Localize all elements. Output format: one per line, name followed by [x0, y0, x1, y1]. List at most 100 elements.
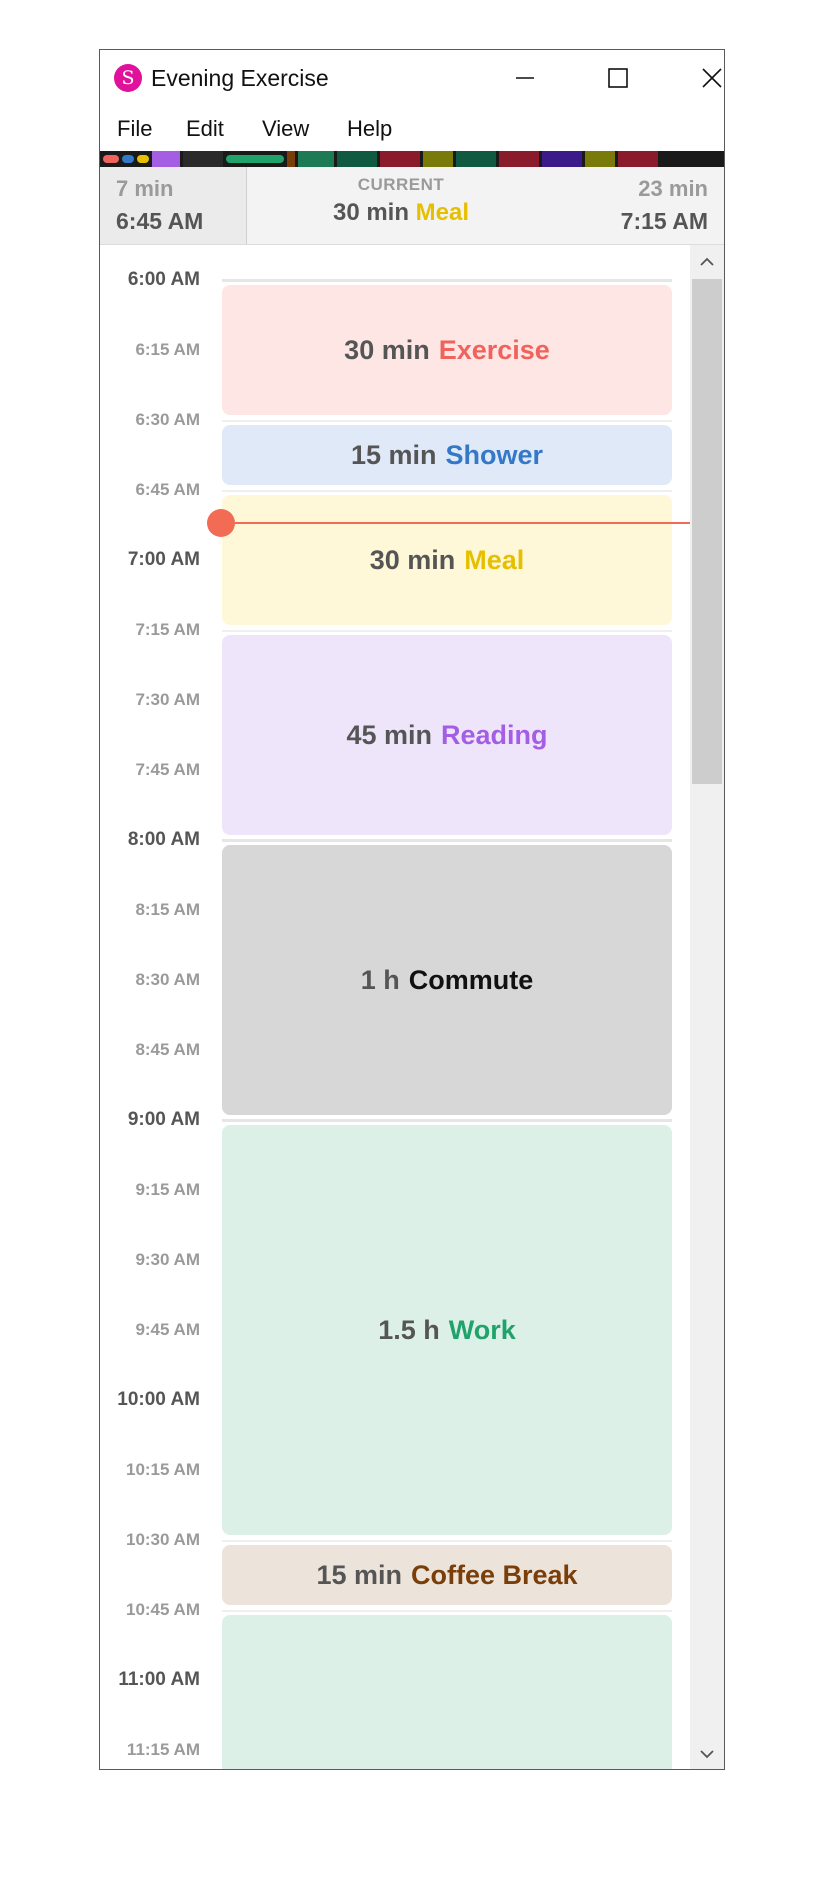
menu-help[interactable]: Help	[347, 116, 392, 142]
event-name: Shower	[445, 439, 544, 470]
timeline-gridline	[222, 1540, 672, 1542]
previous-duration: 7 min	[116, 176, 174, 201]
overview-segment	[423, 151, 453, 167]
event-name: Coffee Break	[410, 1559, 578, 1590]
minimize-icon	[516, 77, 534, 79]
time-label: 10:00 AM	[117, 1389, 200, 1410]
next-duration: 23 min	[638, 176, 708, 201]
event-block[interactable]: 15 min Shower	[222, 425, 672, 485]
title-bar: S Evening Exercise	[100, 50, 724, 106]
event-name: Commute	[408, 964, 534, 995]
event-block[interactable]: 15 min Coffee Break	[222, 1545, 672, 1605]
time-label: 8:30 AM	[135, 970, 200, 989]
current-time-line	[221, 521, 690, 524]
event-name: Reading	[441, 719, 548, 750]
overview-segment	[618, 151, 658, 167]
overview-segment	[103, 155, 119, 163]
event-duration: 15 min	[350, 439, 437, 470]
current-time-indicator[interactable]	[207, 508, 235, 537]
event-name: Work	[448, 1314, 516, 1345]
overview-segment	[337, 151, 377, 167]
time-label: 10:15 AM	[125, 1460, 200, 1479]
overview-segment	[380, 151, 420, 167]
time-label: 9:00 AM	[127, 1109, 200, 1130]
event-block[interactable]: 45 min Reading	[222, 635, 672, 835]
time-label: 11:15 AM	[126, 1740, 200, 1759]
time-label: 8:45 AM	[135, 1040, 200, 1059]
previous-time: 6:45 AM	[116, 208, 204, 234]
time-label: 9:30 AM	[135, 1250, 200, 1269]
event-duration: 1.5 h	[378, 1314, 440, 1345]
overview-segment	[585, 151, 615, 167]
chevron-up-icon	[700, 257, 714, 266]
app-logo-icon: S	[114, 64, 142, 92]
overview-segment	[122, 155, 134, 163]
time-label: 10:30 AM	[125, 1530, 200, 1549]
overview-segment	[152, 151, 180, 167]
timeline-gridline	[222, 1119, 672, 1122]
current-duration: 30 min	[332, 199, 409, 226]
overview-segment	[456, 151, 496, 167]
current-activity: 30 min Meal	[246, 199, 556, 227]
previous-activity-panel[interactable]: 7 min 6:45 AM	[100, 167, 247, 244]
event-duration: 1 h	[360, 964, 400, 995]
menu-bar: File Edit View Help	[100, 112, 724, 148]
schedule-timeline[interactable]: 6:00 AM 6:15 AM 6:30 AM 6:45 AM 7:00 AM 7:15 …	[100, 245, 690, 1769]
close-button[interactable]	[688, 54, 724, 102]
event-block[interactable]: 30 min Exercise	[222, 285, 672, 415]
time-label: 7:30 AM	[135, 690, 200, 709]
scroll-thumb[interactable]	[692, 279, 722, 784]
current-activity-name: Meal	[415, 199, 470, 226]
event-block[interactable]: 30 min Meal	[222, 495, 672, 625]
time-label: 7:00 AM	[127, 549, 200, 570]
timeline-gridline	[222, 490, 672, 492]
event-name: Exercise	[438, 334, 550, 365]
overview-segment	[226, 155, 284, 163]
time-label: 8:15 AM	[135, 900, 200, 919]
time-label: 10:45 AM	[125, 1600, 200, 1619]
time-label: 6:15 AM	[135, 340, 200, 359]
menu-file[interactable]: File	[117, 116, 152, 142]
time-label: 6:45 AM	[135, 480, 200, 499]
event-block[interactable]	[222, 1615, 672, 1769]
event-block[interactable]: 1 h Commute	[222, 845, 672, 1115]
next-time: 7:15 AM	[620, 208, 708, 234]
event-duration: 30 min	[369, 544, 456, 575]
time-label: 6:00 AM	[127, 269, 200, 290]
timeline-gridline	[222, 839, 672, 842]
maximize-icon	[608, 68, 628, 88]
app-window: S Evening Exercise File Edit View Help 7…	[99, 49, 725, 1770]
window-title: Evening Exercise	[151, 65, 329, 91]
event-duration: 15 min	[316, 1559, 402, 1590]
close-icon	[702, 68, 722, 88]
overview-segment	[287, 151, 295, 167]
menu-view[interactable]: View	[262, 116, 309, 142]
event-duration: 30 min	[344, 334, 430, 365]
current-label: CURRENT	[357, 175, 445, 194]
time-label: 11:00 AM	[118, 1669, 200, 1690]
event-name: Meal	[464, 544, 525, 575]
vertical-scrollbar[interactable]	[690, 245, 724, 1769]
time-label: 9:15 AM	[135, 1180, 200, 1199]
scroll-up-button[interactable]	[690, 245, 724, 279]
minimize-button[interactable]	[501, 54, 549, 102]
time-label: 7:45 AM	[135, 760, 200, 779]
menu-edit[interactable]: Edit	[186, 116, 224, 142]
overview-segment	[298, 151, 334, 167]
maximize-button[interactable]	[594, 54, 642, 102]
timeline-gridline	[222, 420, 672, 422]
timeline-gridline	[222, 630, 672, 632]
timeline-gridline	[222, 279, 672, 282]
overview-segment	[137, 155, 149, 163]
day-overview-strip[interactable]	[100, 151, 724, 167]
time-label: 9:45 AM	[135, 1320, 200, 1339]
overview-segment	[183, 151, 223, 167]
time-label: 6:30 AM	[135, 410, 200, 429]
event-block[interactable]: 1.5 h Work	[222, 1125, 672, 1535]
timeline-gridline	[222, 1610, 672, 1612]
time-label: 7:15 AM	[135, 620, 200, 639]
overview-segment	[499, 151, 539, 167]
chevron-down-icon	[700, 1750, 714, 1759]
overview-segment	[542, 151, 582, 167]
scroll-down-button[interactable]	[690, 1737, 724, 1769]
